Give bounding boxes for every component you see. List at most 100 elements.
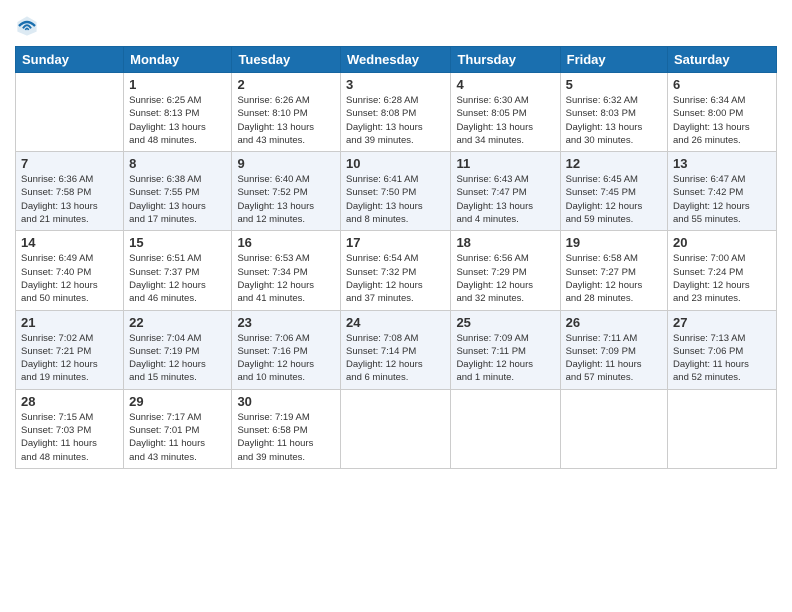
header [15,10,777,38]
day-info: Sunrise: 7:09 AMSunset: 7:11 PMDaylight:… [456,332,554,385]
calendar-cell: 10 Sunrise: 6:41 AMSunset: 7:50 PMDayligh… [341,152,451,231]
day-number: 13 [673,156,771,171]
day-info: Sunrise: 6:34 AMSunset: 8:00 PMDaylight:… [673,94,771,147]
day-number: 11 [456,156,554,171]
day-info: Sunrise: 6:56 AMSunset: 7:29 PMDaylight:… [456,252,554,305]
calendar-week-row: 14 Sunrise: 6:49 AMSunset: 7:40 PMDayligh… [16,231,777,310]
day-number: 20 [673,235,771,250]
day-number: 14 [21,235,118,250]
day-number: 3 [346,77,445,92]
day-number: 15 [129,235,226,250]
calendar-cell [341,389,451,468]
calendar-cell: 15 Sunrise: 6:51 AMSunset: 7:37 PMDayligh… [124,231,232,310]
calendar: SundayMondayTuesdayWednesdayThursdayFrid… [15,46,777,469]
calendar-cell: 9 Sunrise: 6:40 AMSunset: 7:52 PMDaylight… [232,152,341,231]
day-number: 19 [566,235,662,250]
day-number: 9 [237,156,335,171]
day-info: Sunrise: 7:13 AMSunset: 7:06 PMDaylight:… [673,332,771,385]
calendar-week-row: 1 Sunrise: 6:25 AMSunset: 8:13 PMDaylight… [16,73,777,152]
calendar-cell: 7 Sunrise: 6:36 AMSunset: 7:58 PMDaylight… [16,152,124,231]
calendar-cell: 8Sunrise: 6:38 AMSunset: 7:55 PMDaylight… [124,152,232,231]
day-number: 2 [237,77,335,92]
calendar-cell: 28 Sunrise: 7:15 AMSunset: 7:03 PMDayligh… [16,389,124,468]
day-number: 26 [566,315,662,330]
weekday-header-monday: Monday [124,47,232,73]
calendar-cell: 22 Sunrise: 7:04 AMSunset: 7:19 PMDayligh… [124,310,232,389]
day-number: 8 [129,156,226,171]
calendar-cell [668,389,777,468]
day-info: Sunrise: 6:25 AMSunset: 8:13 PMDaylight:… [129,94,226,147]
day-number: 17 [346,235,445,250]
calendar-cell: 14 Sunrise: 6:49 AMSunset: 7:40 PMDayligh… [16,231,124,310]
day-number: 30 [237,394,335,409]
calendar-cell [560,389,667,468]
calendar-cell: 21Sunrise: 7:02 AMSunset: 7:21 PMDayligh… [16,310,124,389]
day-number: 21 [21,315,118,330]
calendar-cell: 12 Sunrise: 6:45 AMSunset: 7:45 PMDayligh… [560,152,667,231]
day-number: 12 [566,156,662,171]
day-info: Sunrise: 6:40 AMSunset: 7:52 PMDaylight:… [237,173,335,226]
calendar-cell: 16 Sunrise: 6:53 AMSunset: 7:34 PMDayligh… [232,231,341,310]
calendar-cell: 30Sunrise: 7:19 AMSunset: 6:58 PMDayligh… [232,389,341,468]
day-number: 1 [129,77,226,92]
weekday-header-wednesday: Wednesday [341,47,451,73]
day-info: Sunrise: 7:04 AMSunset: 7:19 PMDaylight:… [129,332,226,385]
day-info: Sunrise: 6:41 AMSunset: 7:50 PMDaylight:… [346,173,445,226]
day-number: 6 [673,77,771,92]
calendar-cell: 29Sunrise: 7:17 AMSunset: 7:01 PMDayligh… [124,389,232,468]
calendar-cell: 4 Sunrise: 6:30 AMSunset: 8:05 PMDaylight… [451,73,560,152]
logo [15,14,43,38]
day-info: Sunrise: 6:45 AMSunset: 7:45 PMDaylight:… [566,173,662,226]
day-info: Sunrise: 6:32 AMSunset: 8:03 PMDaylight:… [566,94,662,147]
calendar-cell: 2 Sunrise: 6:26 AMSunset: 8:10 PMDaylight… [232,73,341,152]
day-info: Sunrise: 7:11 AMSunset: 7:09 PMDaylight:… [566,332,662,385]
calendar-cell: 5 Sunrise: 6:32 AMSunset: 8:03 PMDaylight… [560,73,667,152]
calendar-week-row: 28 Sunrise: 7:15 AMSunset: 7:03 PMDayligh… [16,389,777,468]
page-container: SundayMondayTuesdayWednesdayThursdayFrid… [0,0,792,479]
day-number: 5 [566,77,662,92]
day-number: 16 [237,235,335,250]
calendar-cell: 25 Sunrise: 7:09 AMSunset: 7:11 PMDayligh… [451,310,560,389]
day-info: Sunrise: 7:06 AMSunset: 7:16 PMDaylight:… [237,332,335,385]
day-info: Sunrise: 6:53 AMSunset: 7:34 PMDaylight:… [237,252,335,305]
calendar-cell: 19 Sunrise: 6:58 AMSunset: 7:27 PMDayligh… [560,231,667,310]
calendar-cell: 24 Sunrise: 7:08 AMSunset: 7:14 PMDayligh… [341,310,451,389]
day-number: 28 [21,394,118,409]
weekday-header-sunday: Sunday [16,47,124,73]
day-number: 24 [346,315,445,330]
day-info: Sunrise: 6:54 AMSunset: 7:32 PMDaylight:… [346,252,445,305]
day-number: 25 [456,315,554,330]
day-info: Sunrise: 7:08 AMSunset: 7:14 PMDaylight:… [346,332,445,385]
calendar-cell: 26 Sunrise: 7:11 AMSunset: 7:09 PMDayligh… [560,310,667,389]
day-number: 29 [129,394,226,409]
day-info: Sunrise: 6:47 AMSunset: 7:42 PMDaylight:… [673,173,771,226]
calendar-cell: 13 Sunrise: 6:47 AMSunset: 7:42 PMDayligh… [668,152,777,231]
calendar-cell: 3Sunrise: 6:28 AMSunset: 8:08 PMDaylight… [341,73,451,152]
calendar-week-row: 7 Sunrise: 6:36 AMSunset: 7:58 PMDaylight… [16,152,777,231]
logo-icon [15,14,39,38]
day-number: 10 [346,156,445,171]
day-info: Sunrise: 6:30 AMSunset: 8:05 PMDaylight:… [456,94,554,147]
calendar-cell: 27 Sunrise: 7:13 AMSunset: 7:06 PMDayligh… [668,310,777,389]
calendar-cell: 18Sunrise: 6:56 AMSunset: 7:29 PMDayligh… [451,231,560,310]
day-number: 4 [456,77,554,92]
day-info: Sunrise: 6:26 AMSunset: 8:10 PMDaylight:… [237,94,335,147]
calendar-week-row: 21Sunrise: 7:02 AMSunset: 7:21 PMDayligh… [16,310,777,389]
calendar-header-row: SundayMondayTuesdayWednesdayThursdayFrid… [16,47,777,73]
calendar-cell: 17 Sunrise: 6:54 AMSunset: 7:32 PMDayligh… [341,231,451,310]
calendar-cell [16,73,124,152]
calendar-cell [451,389,560,468]
day-info: Sunrise: 6:51 AMSunset: 7:37 PMDaylight:… [129,252,226,305]
day-info: Sunrise: 6:58 AMSunset: 7:27 PMDaylight:… [566,252,662,305]
day-info: Sunrise: 7:15 AMSunset: 7:03 PMDaylight:… [21,411,118,464]
day-number: 22 [129,315,226,330]
day-number: 23 [237,315,335,330]
day-info: Sunrise: 6:36 AMSunset: 7:58 PMDaylight:… [21,173,118,226]
calendar-cell: 6 Sunrise: 6:34 AMSunset: 8:00 PMDaylight… [668,73,777,152]
day-number: 7 [21,156,118,171]
calendar-cell: 11Sunrise: 6:43 AMSunset: 7:47 PMDayligh… [451,152,560,231]
day-info: Sunrise: 6:49 AMSunset: 7:40 PMDaylight:… [21,252,118,305]
day-number: 27 [673,315,771,330]
weekday-header-tuesday: Tuesday [232,47,341,73]
calendar-cell: 23 Sunrise: 7:06 AMSunset: 7:16 PMDayligh… [232,310,341,389]
